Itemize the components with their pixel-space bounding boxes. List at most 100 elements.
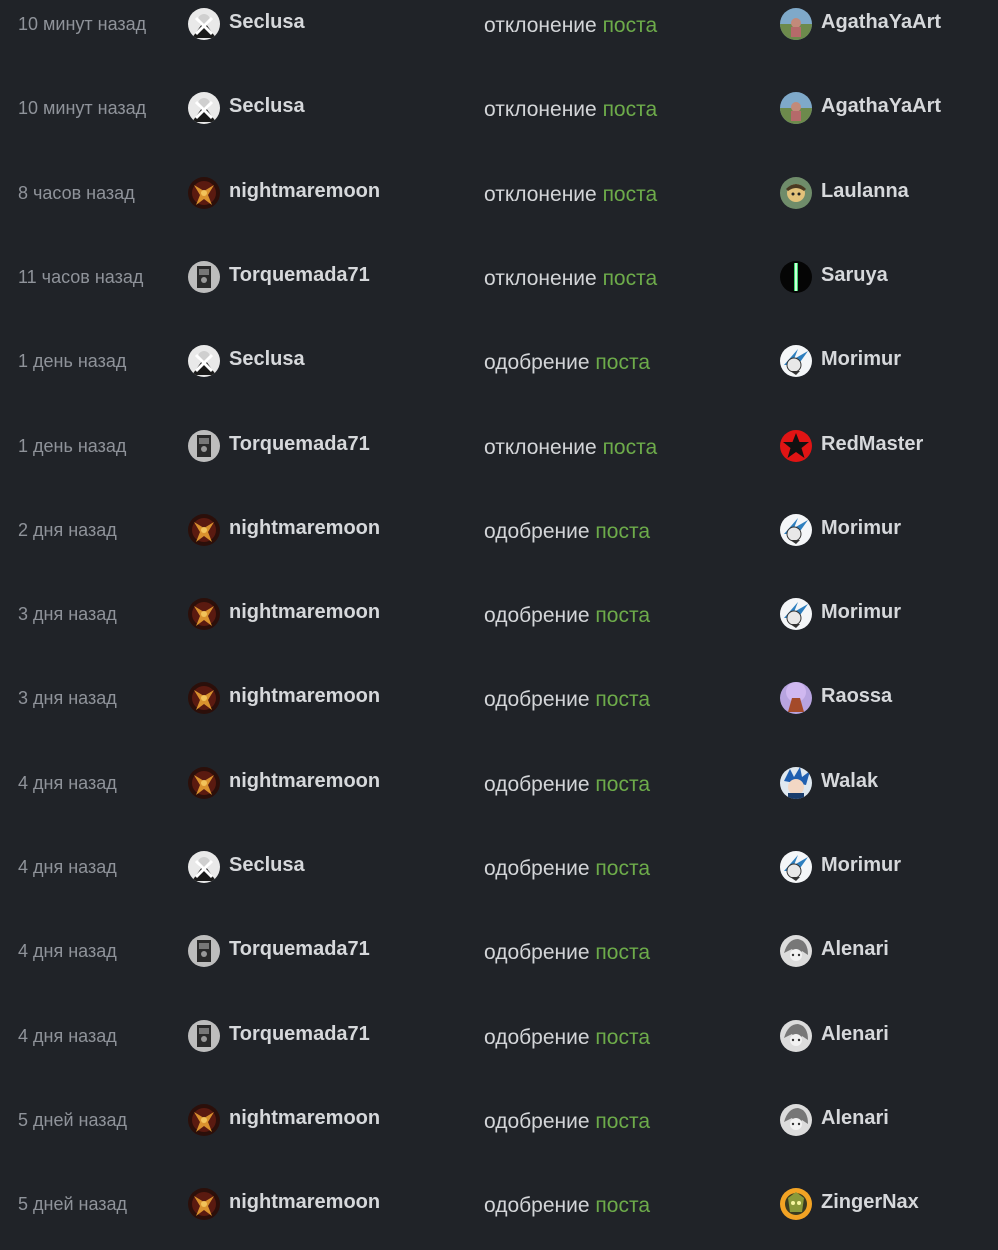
moderator-link[interactable]: Torquemada71	[188, 1016, 370, 1056]
post-link[interactable]: поста	[595, 604, 650, 627]
action-verb: одобрение	[484, 604, 590, 627]
moderator-link[interactable]: Seclusa	[188, 847, 305, 887]
author-link[interactable]: Laulanna	[780, 173, 909, 213]
author-link[interactable]: RedMaster	[780, 426, 923, 466]
author-link[interactable]: Morimur	[780, 341, 901, 381]
action-verb: одобрение	[484, 1110, 590, 1133]
post-link[interactable]: поста	[595, 1194, 650, 1217]
action-text: одобрение поста	[484, 688, 650, 712]
post-link[interactable]: поста	[595, 773, 650, 796]
author-link[interactable]: AgathaYaArt	[780, 88, 941, 128]
author-avatar-walak	[780, 767, 812, 799]
log-row: 4 дня назад Torquemada71 одобрение поста…	[0, 1016, 998, 1056]
author-name: Morimur	[821, 347, 901, 370]
post-link[interactable]: поста	[595, 1110, 650, 1133]
post-link[interactable]: поста	[595, 520, 650, 543]
author-link[interactable]: Alenari	[780, 1016, 889, 1056]
post-link[interactable]: поста	[603, 14, 658, 37]
moderator-link[interactable]: Torquemada71	[188, 257, 370, 297]
moderator-name: nightmaremoon	[229, 600, 381, 623]
author-name: Laulanna	[821, 179, 909, 202]
author-link[interactable]: Morimur	[780, 594, 901, 634]
timestamp: 3 дня назад	[18, 604, 117, 624]
moderator-link[interactable]: Seclusa	[188, 4, 305, 44]
moderator-avatar-nightmaremoon	[188, 1104, 220, 1136]
post-link[interactable]: поста	[595, 941, 650, 964]
moderator-link[interactable]: nightmaremoon	[188, 510, 380, 550]
moderator-link[interactable]: nightmaremoon	[188, 678, 380, 718]
author-name: Morimur	[821, 853, 901, 876]
author-link[interactable]: Saruya	[780, 257, 888, 297]
action-verb: одобрение	[484, 520, 590, 543]
moderator-name: Torquemada71	[229, 1022, 370, 1045]
author-avatar-agatha	[780, 8, 812, 40]
moderator-avatar-nightmaremoon	[188, 767, 220, 799]
author-name: Morimur	[821, 516, 901, 539]
moderator-name: Seclusa	[229, 10, 305, 33]
action-verb: одобрение	[484, 351, 590, 374]
author-link[interactable]: Morimur	[780, 510, 901, 550]
action-verb: отклонение	[484, 436, 597, 459]
log-row: 4 дня назад Torquemada71 одобрение поста…	[0, 931, 998, 971]
timestamp: 5 дней назад	[18, 1194, 128, 1214]
moderator-name: nightmaremoon	[229, 516, 381, 539]
moderator-link[interactable]: Torquemada71	[188, 426, 370, 466]
action-text: одобрение поста	[484, 351, 650, 375]
action-text: отклонение поста	[484, 14, 657, 38]
action-verb: одобрение	[484, 857, 590, 880]
moderator-link[interactable]: Torquemada71	[188, 931, 370, 971]
action-text: одобрение поста	[484, 520, 650, 544]
author-avatar-morimur	[780, 598, 812, 630]
author-name: Morimur	[821, 600, 901, 623]
post-link[interactable]: поста	[595, 857, 650, 880]
moderator-avatar-torquemada	[188, 935, 220, 967]
log-row: 11 часов назад Torquemada71 отклонение п…	[0, 257, 998, 297]
action-text: отклонение поста	[484, 267, 657, 291]
author-link[interactable]: AgathaYaArt	[780, 4, 941, 44]
action-verb: одобрение	[484, 773, 590, 796]
moderator-link[interactable]: Seclusa	[188, 341, 305, 381]
log-row: 5 дней назад nightmaremoon одобрение пос…	[0, 1100, 998, 1140]
post-link[interactable]: поста	[595, 1026, 650, 1049]
timestamp: 10 минут назад	[18, 14, 147, 34]
action-verb: отклонение	[484, 183, 597, 206]
author-link[interactable]: ZingerNax	[780, 1184, 919, 1224]
author-link[interactable]: Raossa	[780, 678, 892, 718]
moderator-link[interactable]: nightmaremoon	[188, 1100, 380, 1140]
author-link[interactable]: Alenari	[780, 1100, 889, 1140]
action-text: одобрение поста	[484, 1194, 650, 1218]
action-text: одобрение поста	[484, 1026, 650, 1050]
author-avatar-alenari	[780, 1104, 812, 1136]
author-name: Alenari	[821, 937, 889, 960]
log-row: 5 дней назад nightmaremoon одобрение пос…	[0, 1184, 998, 1224]
moderator-avatar-nightmaremoon	[188, 598, 220, 630]
moderator-link[interactable]: nightmaremoon	[188, 763, 380, 803]
author-name: Alenari	[821, 1106, 889, 1129]
timestamp: 4 дня назад	[18, 1026, 117, 1046]
author-link[interactable]: Alenari	[780, 931, 889, 971]
post-link[interactable]: поста	[603, 183, 658, 206]
author-name: ZingerNax	[821, 1190, 919, 1213]
timestamp: 4 дня назад	[18, 857, 117, 877]
action-text: отклонение поста	[484, 436, 657, 460]
moderator-name: nightmaremoon	[229, 1106, 381, 1129]
author-link[interactable]: Walak	[780, 763, 878, 803]
log-row: 1 день назад Torquemada71 отклонение пос…	[0, 426, 998, 466]
post-link[interactable]: поста	[603, 267, 658, 290]
action-text: одобрение поста	[484, 604, 650, 628]
post-link[interactable]: поста	[603, 436, 658, 459]
moderator-link[interactable]: nightmaremoon	[188, 594, 380, 634]
author-link[interactable]: Morimur	[780, 847, 901, 887]
post-link[interactable]: поста	[595, 351, 650, 374]
moderator-link[interactable]: nightmaremoon	[188, 173, 380, 213]
author-name: Alenari	[821, 1022, 889, 1045]
moderator-avatar-torquemada	[188, 1020, 220, 1052]
moderator-link[interactable]: nightmaremoon	[188, 1184, 380, 1224]
timestamp: 2 дня назад	[18, 520, 117, 540]
timestamp: 5 дней назад	[18, 1110, 128, 1130]
moderation-log: 10 минут назад Seclusa отклонение поста …	[0, 0, 998, 1250]
moderator-link[interactable]: Seclusa	[188, 88, 305, 128]
author-name: AgathaYaArt	[821, 94, 942, 117]
post-link[interactable]: поста	[595, 688, 650, 711]
post-link[interactable]: поста	[603, 98, 658, 121]
